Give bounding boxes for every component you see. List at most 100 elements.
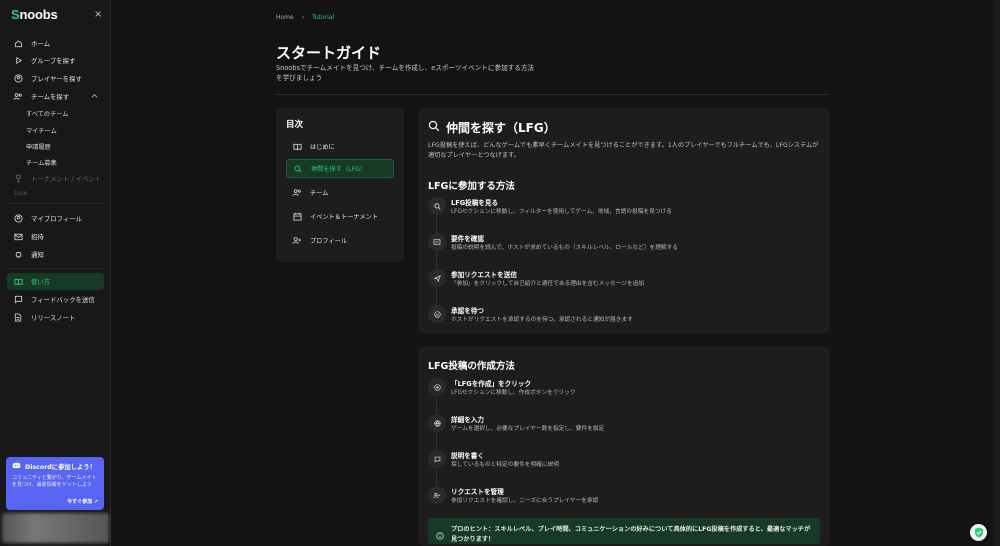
join-step: 参加リクエストを送信 「参加」をクリックして自己紹介と適任である理由を含むメッセ… [428,269,818,289]
sidebar-subitem-application-history[interactable]: 申請履歴 [26,138,104,155]
create-step: リクエストを管理 参加リクエストを確認し、ニーズに合うプレイヤーを承認 [428,486,818,506]
toc-item-teams[interactable]: チーム [286,183,394,202]
chevron-up-icon[interactable] [91,93,98,101]
pro-tip-box: プロのヒント：スキルレベル、プレイ時間、コミュニケーションの好みについて具体的に… [428,518,820,544]
page-subtitle: Snoobsでチームメイトを見つけ、チームを作成し、eスポーツイベントに参加する… [276,64,535,82]
users-icon [291,188,303,197]
divider [276,94,829,95]
step-description: ゲームを選択し、必要なプレイヤー数を指定し、要件を設定 [451,426,605,432]
page-title: スタートガイド [276,44,382,62]
search-icon [428,120,440,135]
discord-title-text: Discordに参加しよう！ [25,464,96,471]
sidebar-item-find-teams[interactable]: チームを探す [7,88,104,105]
sidebar-item-home[interactable]: ホーム [7,35,104,52]
create-step: 「LFGを作成」をクリック LFGセクションに移動し、作成ボタンをクリック [428,378,818,398]
logo-rest: noobs [19,7,58,22]
toc-item-intro[interactable]: はじめに [286,137,394,156]
user-circle-icon [12,74,24,83]
user-check-icon [428,486,446,504]
lfg-create-card: LFG投稿の作成方法 「LFGを作成」をクリック LFGセクションに移動し、作成… [418,347,830,546]
search-icon [428,197,446,215]
toc-item-label: イベント＆トーナメント [310,214,379,221]
sidebar-item-label: チームを探す [31,93,70,101]
sidebar-item-find-players[interactable]: プレイヤーを探す [7,70,104,87]
lfg-section-card: 仲間を探す（LFG） LFG投稿を使えば、どんなゲームでも素早くチームメイトを見… [418,108,830,333]
book-icon [291,143,303,151]
toc-item-label: はじめに [310,144,335,151]
section-description: LFG投稿を使えば、どんなゲームでも素早くチームメイトを見つけることができます。… [428,142,819,159]
sidebar-subitem-label: チーム募集 [26,160,57,167]
sidebar-item-label: プレイヤーを探す [31,75,82,83]
create-step: 説明を書く 探しているものと特定の要件を明確に説明 [428,450,818,470]
calendar-icon [291,212,303,221]
info-icon [436,525,444,544]
sidebar-item-label: 使い方 [31,278,51,286]
home-icon [12,39,24,48]
toc-item-profile[interactable]: プロフィール [286,231,394,250]
soon-badge: SOON [14,191,28,196]
toc-heading: 目次 [286,120,304,130]
search-icon [292,165,304,173]
discord-icon [12,462,21,471]
pro-tip-text: プロのヒント：スキルレベル、プレイ時間、コミュニケーションの好みについて具体的に… [451,526,811,543]
discord-banner[interactable]: Discordに参加しよう！ コミュニティと繋がり、チームメイトを見つけ、最新情… [6,457,104,510]
sidebar-subitem-label: マイチーム [26,128,57,135]
breadcrumb-separator: › [301,14,305,21]
join-subtitle: LFGに参加する方法 [428,181,515,192]
toc-item-label: チーム [310,190,329,197]
discord-title: Discordに参加しよう！ [12,462,98,471]
discord-join-link[interactable]: 今すぐ参加 ↗ [67,498,98,505]
toc-item-lfg[interactable]: 仲間を探す（LFG） [286,159,394,178]
user-profile-blurred[interactable] [2,513,109,543]
join-step: LFG投稿を見る LFGセクションに移動し、フィルターを使用してゲーム、地域、言… [428,197,818,217]
sidebar-subitem-my-teams[interactable]: マイチーム [26,122,104,139]
sidebar-item-feedback[interactable]: フィードバックを送信 [7,291,104,308]
timeline-line [436,395,437,495]
close-sidebar-icon[interactable]: × [94,9,102,20]
step-description: LFGセクションに移動し、フィルターを使用してゲーム、地域、言語の投稿を見つける [451,209,672,215]
plus-circle-icon [428,378,446,396]
sidebar-subitem-all-teams[interactable]: すべてのチーム [26,105,104,122]
join-step: 要件を確認 投稿の説明を読んで、ホストが求めているもの（スキルレベル、ロールなど… [428,233,818,253]
globe-icon [428,414,446,432]
divider [7,203,104,204]
send-icon [428,269,446,287]
sidebar-item-release-notes[interactable]: リリースノート [7,309,104,326]
mail-icon [12,233,24,241]
logo[interactable]: Snoobs [11,7,58,22]
sidebar-item-label: 通知 [31,251,44,259]
sidebar-subitem-team-recruit[interactable]: チーム募集 [26,154,104,171]
sidebar-item-how-to-use[interactable]: 使い方 [7,273,104,290]
users-icon [12,92,24,101]
sidebar-item-tournaments: トーナメント / イベント [7,170,104,187]
divider [7,268,104,269]
trophy-icon [12,174,24,183]
scrollbar[interactable] [993,0,1000,546]
sidebar-subitem-label: すべてのチーム [26,111,69,118]
message-icon [12,295,24,304]
discord-description: コミュニティと繋がり、チームメイトを見つけ、最新情報をゲットしよう [12,475,97,488]
breadcrumb-current: Tutorial [312,14,335,21]
sidebar-item-label: マイプロフィール [31,215,82,223]
step-description: 「参加」をクリックして自己紹介と適任である理由を含むメッセージを追加 [451,281,645,287]
create-subtitle: LFG投稿の作成方法 [428,361,515,372]
toc-item-events[interactable]: イベント＆トーナメント [286,207,394,226]
sidebar-item-label: トーナメント / イベント [31,175,102,183]
play-icon [12,56,24,65]
step-description: 投稿の説明を読んで、ホストが求めているもの（スキルレベル、ロールなど）を理解する [451,245,678,251]
sidebar-item-notifications[interactable]: 通知 [7,246,104,263]
toc-item-label: プロフィール [310,238,348,245]
table-of-contents: 目次 はじめに 仲間を探す（LFG） チーム イベント＆トーナメント プロフィー… [276,108,404,262]
sidebar-item-label: ホーム [31,40,50,48]
shield-check-icon[interactable] [970,524,987,541]
toc-item-label: 仲間を探す（LFG） [311,166,367,173]
sidebar-item-label: グループを探す [31,57,76,65]
id-card-icon [428,233,446,251]
sidebar-item-find-groups[interactable]: グループを探す [7,52,104,69]
document-icon [12,313,24,322]
breadcrumb-home[interactable]: Home [276,14,294,21]
timeline-line [436,214,437,314]
sidebar-subitem-label: 申請履歴 [26,144,51,151]
sidebar-item-my-profile[interactable]: マイプロフィール [7,210,104,227]
sidebar-item-invites[interactable]: 招待 [7,228,104,245]
